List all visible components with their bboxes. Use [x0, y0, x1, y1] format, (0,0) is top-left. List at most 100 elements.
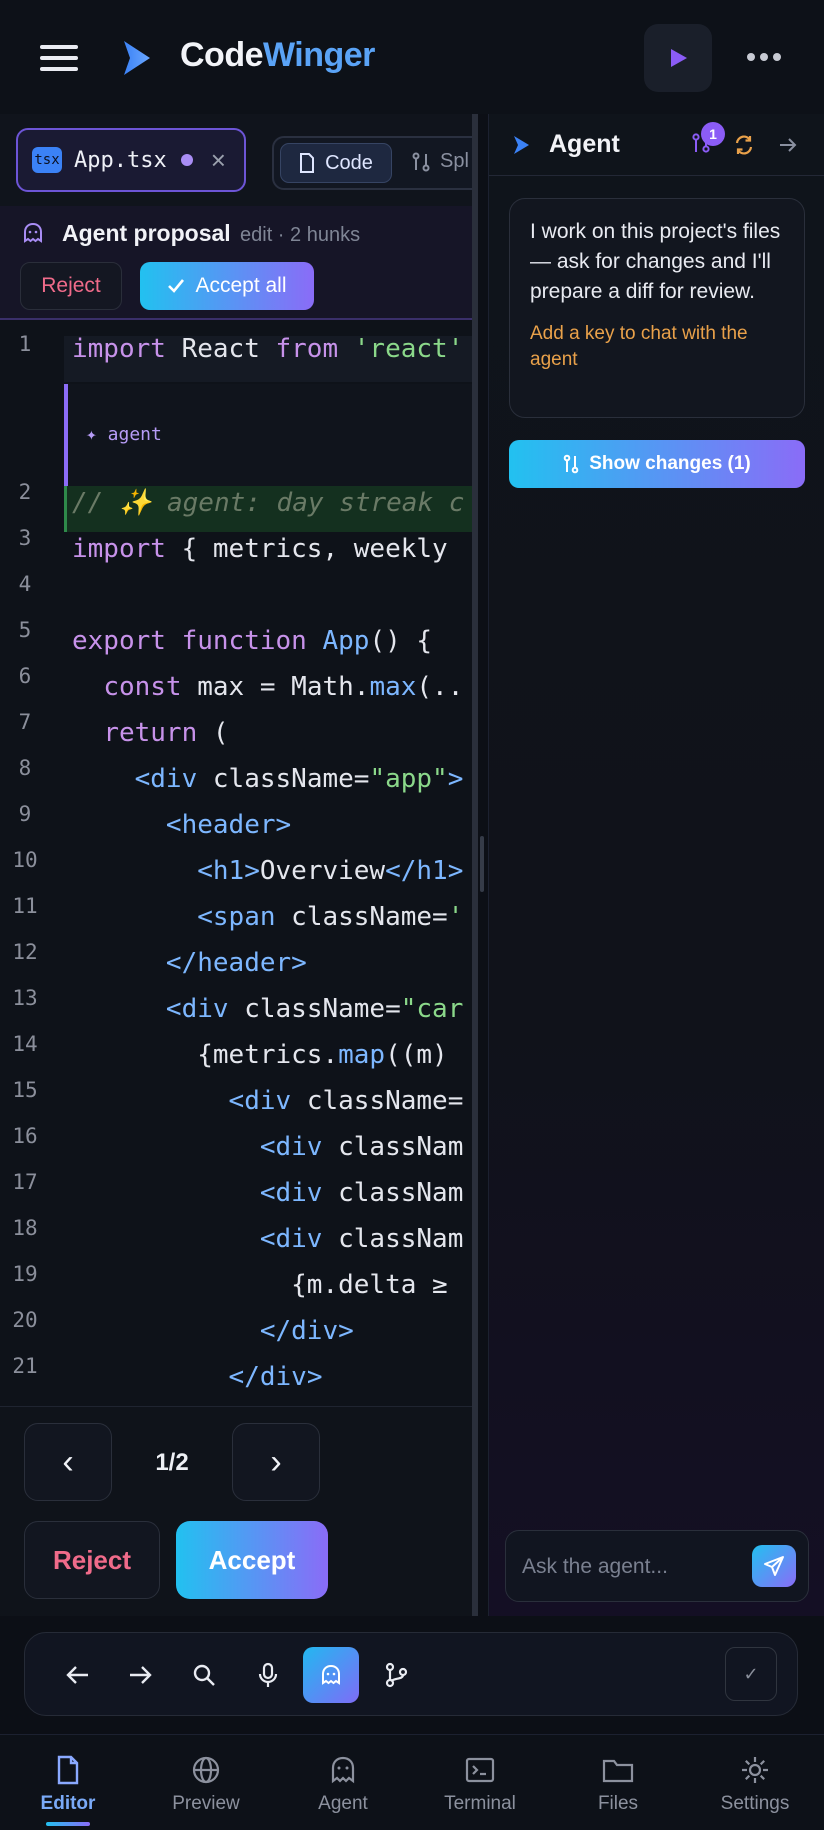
brand-logo-icon [124, 41, 150, 75]
line-number: 17 [12, 1170, 38, 1194]
microphone-icon[interactable] [243, 1650, 293, 1700]
arrow-right-icon[interactable] [777, 134, 799, 156]
file-icon [8, 1753, 128, 1787]
previous-hunk-button[interactable]: ‹ [24, 1423, 112, 1501]
code-line: <header> [72, 810, 291, 840]
nav-preview-label: Preview [172, 1793, 240, 1814]
code-line: </header> [72, 948, 307, 978]
line-number: 6 [18, 664, 32, 688]
line-number: 21 [12, 1354, 38, 1378]
next-hunk-button[interactable]: › [232, 1423, 320, 1501]
code-token: "car [400, 994, 464, 1024]
agent-icon [24, 222, 42, 243]
tsx-file-icon: tsx [32, 147, 62, 173]
refresh-icon[interactable] [733, 134, 755, 156]
back-icon[interactable] [53, 1650, 103, 1700]
line-number: 3 [18, 526, 32, 550]
nav-settings[interactable]: Settings [695, 1753, 815, 1815]
confirm-check-button[interactable]: ✓ [725, 1647, 777, 1701]
show-changes-button[interactable]: Show changes (1) [509, 440, 805, 488]
brand-name-part2: Winger [263, 36, 375, 74]
nav-files-label: Files [597, 1793, 639, 1814]
send-button[interactable] [752, 1545, 796, 1587]
code-token: () { [369, 626, 433, 656]
code-token: "app" [369, 764, 448, 794]
line-number: 9 [18, 802, 32, 826]
code-token: {m.delta ≥ [291, 1270, 448, 1300]
accept-all-button[interactable]: Accept all [140, 262, 314, 310]
show-changes-label: Show changes (1) [589, 453, 751, 474]
code-token: Overview [259, 856, 386, 886]
line-number: 2 [18, 480, 32, 504]
hunk-navigation: ‹ 1/2 › Reject Accept [0, 1406, 472, 1616]
code-token: <div [259, 1178, 323, 1208]
code-token: // ✨ agent: day streak c [72, 488, 465, 518]
pending-changes-badge: 1 [701, 122, 725, 146]
nav-editor[interactable]: Editor [8, 1753, 128, 1815]
accept-all-label: Accept all [195, 274, 287, 297]
code-token: ' [447, 902, 464, 932]
run-button[interactable] [644, 24, 712, 92]
code-token: React [165, 334, 276, 364]
brand-name-part1: Code [180, 36, 264, 74]
nav-files[interactable]: Files [558, 1753, 678, 1815]
resize-handle[interactable] [480, 836, 484, 892]
agent-chat-icon[interactable] [303, 1647, 359, 1703]
code-line: {m.delta ≥ [72, 1270, 448, 1300]
close-icon[interactable]: × [211, 147, 226, 173]
editor-pane: tsx App.tsx × Code Spl Agent proposal ed… [0, 114, 472, 1616]
nav-agent[interactable]: Agent [283, 1753, 403, 1815]
code-editor[interactable]: ✦ agent 1 import React from 'react' 2 // ✨ … [0, 320, 472, 1406]
code-token: ( [197, 718, 229, 748]
nav-terminal[interactable]: Terminal [420, 1753, 540, 1815]
more-options-icon[interactable] [744, 44, 784, 70]
line-number: 19 [12, 1262, 38, 1286]
nav-terminal-label: Terminal [444, 1793, 516, 1814]
file-tab-name: App.tsx [74, 147, 167, 173]
code-token: max = Math. [181, 672, 370, 702]
code-token: 'react' [353, 334, 464, 364]
code-line: // ✨ agent: day streak c [72, 488, 464, 518]
reject-hunk-button[interactable]: Reject [24, 1521, 160, 1599]
agent-ask-input[interactable] [522, 1549, 742, 1585]
pane-divider[interactable] [472, 114, 478, 1616]
code-token: className= [228, 994, 401, 1024]
code-token: <div [228, 1086, 292, 1116]
play-icon [671, 49, 687, 67]
view-mode-code-button[interactable]: Code [280, 143, 392, 183]
code-token: function [181, 626, 307, 656]
git-branch-icon[interactable] [371, 1650, 421, 1700]
code-token: classNam [322, 1224, 464, 1254]
code-token: <span [197, 902, 276, 932]
globe-icon [146, 1753, 266, 1787]
diff-icon [563, 454, 579, 474]
file-tab-app-tsx[interactable]: tsx App.tsx × [16, 128, 246, 192]
menu-icon[interactable] [40, 45, 78, 71]
code-token: classNam [322, 1132, 464, 1162]
code-line: export function App() { [72, 626, 432, 656]
code-token: > [447, 764, 464, 794]
code-token: </div> [228, 1362, 323, 1392]
nav-preview[interactable]: Preview [146, 1753, 266, 1815]
code-token: max [369, 672, 417, 702]
forward-icon[interactable] [115, 1650, 165, 1700]
code-token: export [72, 626, 166, 656]
reject-all-button[interactable]: Reject [20, 262, 122, 310]
code-token: </header> [165, 948, 307, 978]
line-number: 16 [12, 1124, 38, 1148]
search-icon[interactable] [179, 1650, 229, 1700]
nav-editor-label: Editor [40, 1793, 96, 1814]
accept-hunk-button[interactable]: Accept [176, 1521, 328, 1599]
code-token: <div [259, 1132, 323, 1162]
view-mode-split-button[interactable]: Spl [412, 150, 469, 173]
code-line: <h1>Overview</h1> [72, 856, 463, 886]
line-number: 1 [18, 332, 32, 356]
line-number: 10 [12, 848, 38, 872]
